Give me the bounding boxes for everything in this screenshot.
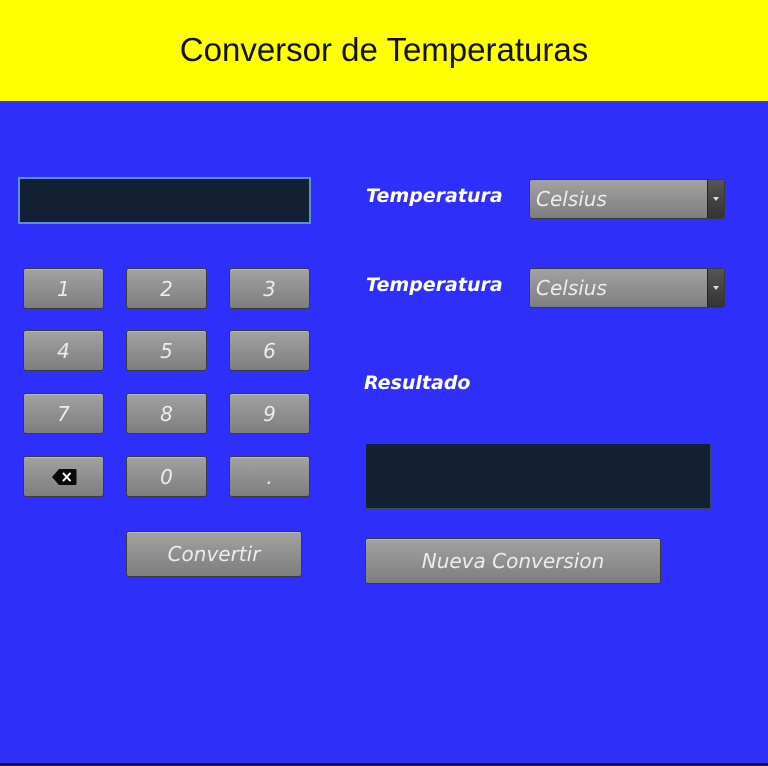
input-display[interactable] [18,177,311,224]
to-unit-value: Celsius [536,276,607,300]
app-header: Conversor de Temperaturas [0,0,768,101]
key-1[interactable]: 1 [23,268,104,309]
result-label: Resultado [364,372,471,394]
key-5[interactable]: 5 [126,330,207,371]
chevron-down-icon[interactable] [707,180,724,218]
key-4[interactable]: 4 [23,330,104,371]
key-decimal[interactable]: . [229,456,310,497]
backspace-icon [51,468,76,485]
from-temperature-label: Temperatura [366,185,503,207]
page-title: Conversor de Temperaturas [179,30,589,68]
new-conversion-button[interactable]: Nueva Conversion [365,538,661,584]
to-unit-select[interactable]: Celsius [529,268,725,308]
chevron-down-icon[interactable] [707,269,724,307]
key-6[interactable]: 6 [229,330,310,371]
key-3[interactable]: 3 [229,268,310,309]
from-unit-value: Celsius [536,187,607,211]
key-0[interactable]: 0 [126,456,207,497]
from-unit-select[interactable]: Celsius [529,179,725,219]
key-7[interactable]: 7 [23,393,104,434]
backspace-button[interactable] [23,456,104,497]
to-temperature-label: Temperatura [366,274,503,296]
key-9[interactable]: 9 [229,393,310,434]
result-display [365,443,711,509]
key-8[interactable]: 8 [126,393,207,434]
convert-button[interactable]: Convertir [126,531,302,577]
key-2[interactable]: 2 [126,268,207,309]
